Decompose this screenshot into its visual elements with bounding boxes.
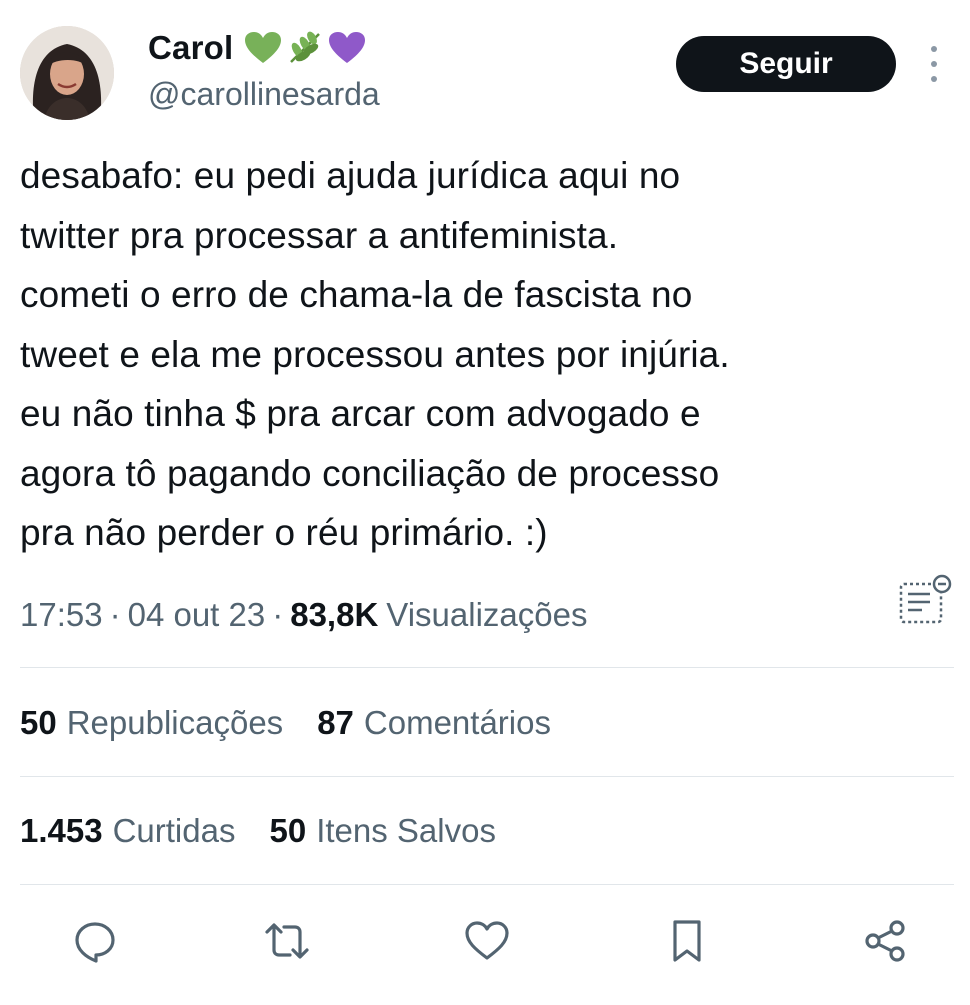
divider	[20, 884, 954, 885]
reply-icon	[75, 922, 115, 963]
like-icon	[465, 921, 509, 960]
bookmarks-stat[interactable]: 50 Itens Salvos	[269, 812, 495, 850]
comments-label: Comentários	[363, 704, 551, 741]
share-icon	[865, 920, 905, 962]
tweet-meta: 17:53 · 04 out 23 · 83,8K Visualizações	[20, 590, 587, 640]
share-button[interactable]	[858, 914, 912, 968]
tweet-header: Carol @carollinesarda Seguir	[0, 0, 970, 130]
divider	[20, 776, 954, 777]
bookmarks-count: 50	[269, 812, 307, 849]
more-options-icon[interactable]	[926, 46, 942, 82]
divider	[20, 667, 954, 668]
follow-button[interactable]: Seguir	[676, 36, 896, 92]
bookmarks-label: Itens Salvos	[316, 812, 496, 849]
tweet-actions	[0, 900, 970, 980]
purple-heart-icon	[329, 32, 366, 63]
more-dot	[931, 76, 937, 82]
views-count: 83,8K	[290, 596, 379, 633]
tweet-text: desabafo: eu pedi ajuda jurídica aqui no…	[20, 155, 730, 553]
green-heart-icon	[245, 32, 282, 63]
reposts-count: 50	[20, 704, 57, 741]
name-emojis	[243, 30, 367, 66]
author-names: Carol @carollinesarda	[148, 26, 380, 113]
like-button[interactable]	[460, 914, 514, 968]
reposts-stat[interactable]: 50 Republicações	[20, 704, 283, 742]
more-dot	[931, 61, 937, 67]
reposts-label: Republicações	[66, 704, 284, 741]
author-handle[interactable]: @carollinesarda	[148, 76, 380, 113]
tweet-time[interactable]: 17:53	[20, 596, 103, 634]
likes-count: 1.453	[20, 812, 103, 849]
retweet-button[interactable]	[260, 914, 314, 968]
meta-separator: ·	[109, 596, 121, 633]
comments-stat[interactable]: 87 Comentários	[317, 704, 551, 742]
likes-stat[interactable]: 1.453 Curtidas	[20, 812, 235, 850]
bookmark-button[interactable]	[660, 914, 714, 968]
views-label: Visualizações	[386, 596, 588, 633]
display-name-row: Carol	[148, 26, 380, 70]
community-notes-icon[interactable]	[894, 574, 954, 630]
more-dot	[931, 46, 937, 52]
herb-icon	[290, 31, 321, 63]
reply-button[interactable]	[68, 914, 122, 968]
avatar-image	[20, 26, 114, 120]
bookmark-icon	[673, 920, 701, 962]
stats-row-likes: 1.453 Curtidas 50 Itens Salvos	[20, 806, 530, 856]
display-name[interactable]: Carol	[148, 29, 233, 67]
stats-row-shares: 50 Republicações 87 Comentários	[20, 698, 585, 748]
meta-separator: ·	[272, 596, 284, 633]
retweet-icon	[265, 923, 309, 959]
comments-count: 87	[317, 704, 354, 741]
tweet-date[interactable]: 04 out 23	[128, 596, 266, 634]
avatar[interactable]	[20, 26, 114, 120]
likes-label: Curtidas	[112, 812, 236, 849]
